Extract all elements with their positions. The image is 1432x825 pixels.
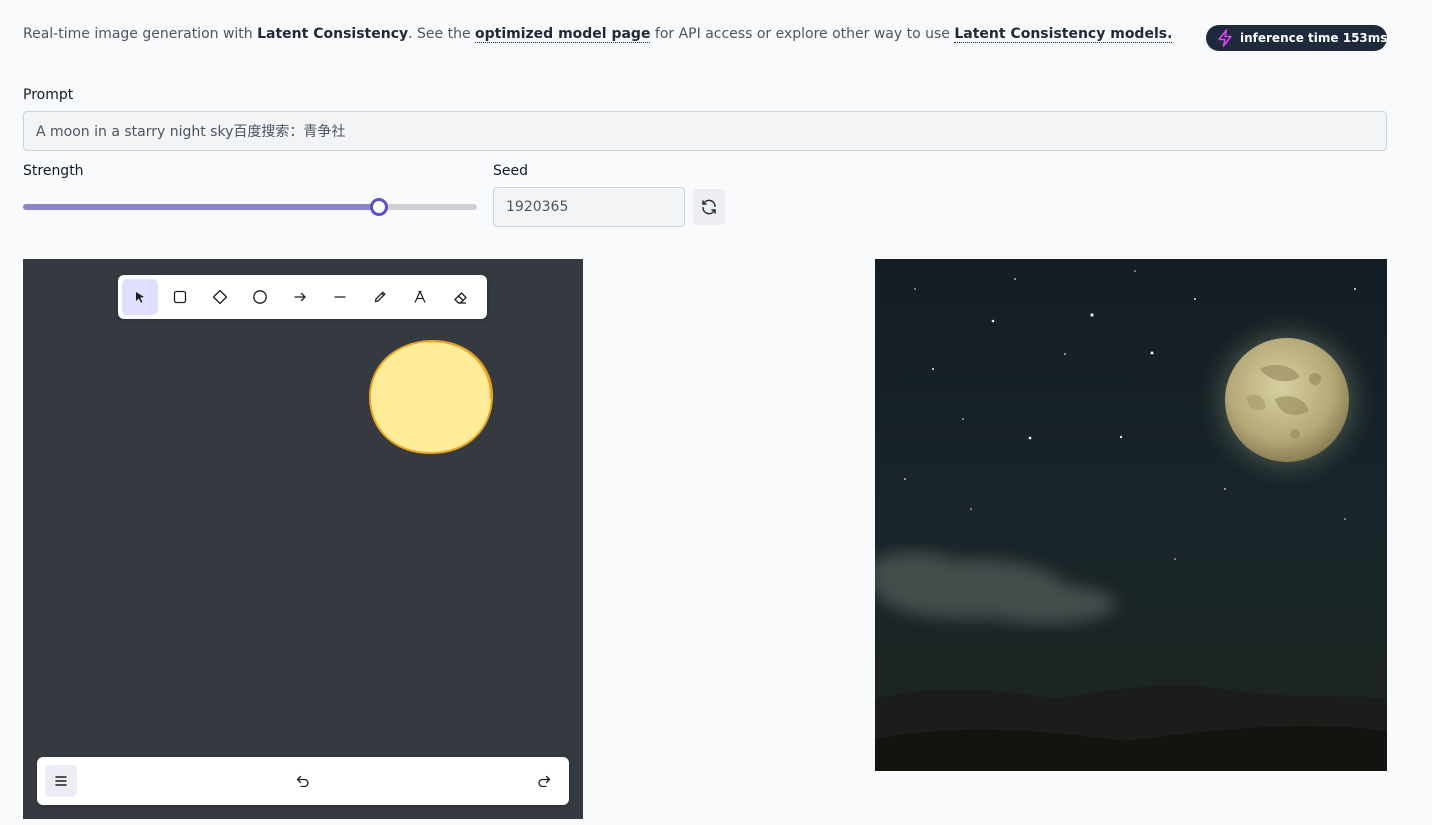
intro-text-part: Real-time image generation with (23, 26, 258, 42)
text-a-icon (414, 290, 426, 303)
refresh-icon (702, 199, 716, 215)
latent-consistency-models-link[interactable]: Latent Consistency models. (954, 26, 1173, 43)
cursor-arrow-icon (136, 292, 144, 303)
selection-tool-button[interactable] (122, 279, 158, 315)
arrow-right-icon (294, 292, 306, 302)
drawn-sun-circle[interactable] (368, 339, 494, 455)
optimized-model-page-link[interactable]: optimized model page (475, 26, 651, 43)
ellipse-tool-button[interactable] (242, 279, 278, 315)
circle-icon (253, 290, 267, 304)
main-menu-button[interactable] (45, 765, 77, 797)
eraser-tool-button[interactable] (442, 279, 478, 315)
rectangle-tool-button[interactable] (162, 279, 198, 315)
strength-slider[interactable] (23, 198, 477, 216)
eraser-icon (453, 291, 467, 304)
refresh-seed-button[interactable] (693, 189, 725, 225)
seed-input[interactable] (493, 187, 685, 227)
inference-time-badge: inference time 153ms (1206, 25, 1387, 51)
prompt-label: Prompt (23, 87, 74, 103)
strength-slider-thumb[interactable] (370, 198, 389, 216)
prompt-input[interactable] (23, 111, 1387, 151)
strength-slider-fill (23, 204, 380, 210)
diamond-icon (212, 289, 228, 305)
line-tool-button[interactable] (322, 279, 358, 315)
inference-time-label: inference time 153ms (1240, 31, 1388, 45)
intro-text: Real-time image generation with Latent C… (23, 26, 1173, 43)
rectangle-icon (173, 290, 187, 304)
drawing-toolbar (118, 275, 487, 319)
redo-button[interactable] (532, 771, 556, 791)
seed-label: Seed (493, 163, 528, 179)
text-tool-button[interactable] (402, 279, 438, 315)
canvas-footer-bar (37, 757, 569, 805)
strength-label: Strength (23, 163, 84, 179)
diamond-tool-button[interactable] (202, 279, 238, 315)
pencil-icon (374, 291, 386, 303)
undo-icon (296, 775, 309, 787)
hamburger-menu-icon (55, 776, 67, 786)
generated-moon-night-image (875, 259, 1387, 771)
redo-icon (538, 775, 551, 787)
draw-tool-button[interactable] (362, 279, 398, 315)
drawing-canvas[interactable] (23, 259, 583, 819)
intro-text-part: . See the (408, 26, 476, 42)
arrow-tool-button[interactable] (282, 279, 318, 315)
line-icon (334, 296, 346, 298)
lightning-bolt-icon (1218, 29, 1232, 47)
intro-text-part: for API access or explore other way to u… (650, 26, 955, 42)
generated-image (875, 259, 1387, 771)
undo-button[interactable] (291, 771, 315, 791)
latent-consistency-text: Latent Consistency (257, 26, 409, 42)
